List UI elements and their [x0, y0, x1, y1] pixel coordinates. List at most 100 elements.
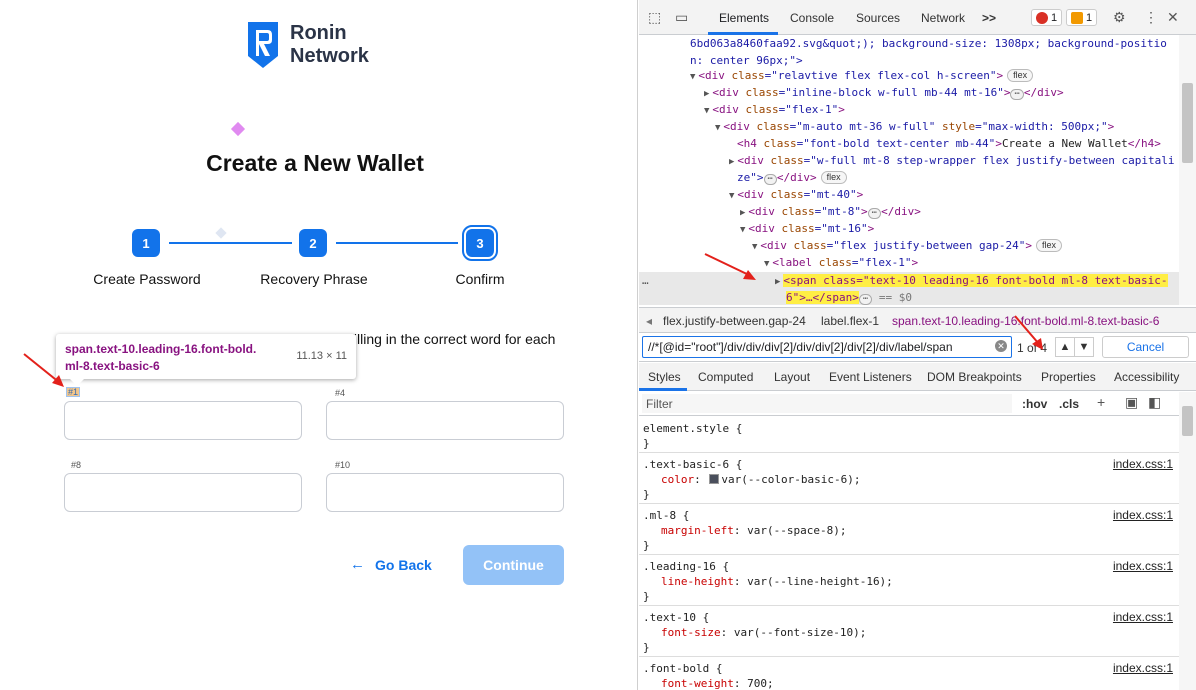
subtab-styles[interactable]: Styles — [648, 370, 681, 384]
previous-match-button[interactable]: ▲ — [1055, 337, 1075, 357]
logo-wordmark: Ronin Network — [290, 22, 369, 68]
expanded-triangle-icon: ▼ — [715, 123, 721, 133]
css-rule[interactable]: .text-basic-6 { index.css:1 color: var(-… — [639, 453, 1179, 504]
page-title: Create a New Wallet — [206, 150, 424, 176]
styles-subtabs: Styles Computed Layout Event Listeners D… — [639, 363, 1196, 391]
next-match-button[interactable]: ▼ — [1074, 337, 1094, 357]
active-subtab-indicator — [639, 388, 687, 391]
rule-source-link[interactable]: index.css:1 — [1113, 559, 1173, 573]
rule-source-link[interactable]: index.css:1 — [1113, 661, 1173, 675]
css-rule[interactable]: .font-bold { index.css:1 font-weight: 70… — [639, 657, 1179, 690]
tooltip-selector-line-1: span.text-10.leading-16.font-bold. — [65, 342, 257, 356]
word-label-4: #4 — [335, 388, 346, 398]
subtab-dom-breakpoints[interactable]: DOM Breakpoints — [927, 370, 1022, 384]
dom-tree-scrollbar[interactable] — [1179, 35, 1196, 305]
warning-count: 1 — [1086, 11, 1093, 24]
styles-filter-input[interactable]: Filter — [642, 394, 1012, 413]
word-input-1[interactable] — [64, 401, 302, 440]
warning-badge[interactable]: 1 — [1066, 9, 1098, 26]
rule-source-link[interactable]: index.css:1 — [1113, 457, 1173, 471]
instruction-text: filling in the correct word for each — [350, 331, 556, 347]
rule-property[interactable]: line-height: var(--line-height-16); — [643, 574, 1175, 589]
collapsed-triangle-icon: ▶ — [775, 277, 781, 287]
word-input-8[interactable] — [64, 473, 302, 512]
styles-filter-bar: Filter :hov .cls + ▣ ◧ — [639, 392, 1196, 416]
rule-selector: .text-basic-6 { — [643, 458, 743, 471]
css-rule[interactable]: .text-10 { index.css:1 font-size: var(--… — [639, 606, 1179, 657]
cancel-search-button[interactable]: Cancel — [1102, 336, 1189, 358]
scrollbar-thumb[interactable] — [1182, 406, 1193, 436]
clear-search-icon[interactable]: ✕ — [995, 340, 1007, 352]
more-options-icon[interactable]: ⋮ — [1144, 9, 1158, 26]
error-icon — [1036, 11, 1048, 24]
subtab-layout[interactable]: Layout — [774, 370, 810, 384]
go-back-button[interactable]: ← Go Back — [350, 556, 432, 573]
error-count: 1 — [1051, 11, 1058, 24]
tab-console[interactable]: Console — [790, 11, 834, 25]
paint-roller-icon[interactable]: ▣ — [1125, 394, 1138, 411]
rule-source-link[interactable]: index.css:1 — [1113, 610, 1173, 624]
dom-search-bar: //*[@id="root"]/div/div/div[2]/div/div[2… — [639, 334, 1196, 362]
subtab-properties[interactable]: Properties — [1041, 370, 1096, 384]
dom-line[interactable]: <h4 class="font-bold text-center mb-44">… — [737, 135, 1161, 152]
logo-line-2: Network — [290, 45, 369, 67]
subtab-event-listeners[interactable]: Event Listeners — [829, 370, 912, 384]
subtab-accessibility[interactable]: Accessibility — [1114, 370, 1179, 384]
word-input-10[interactable] — [326, 473, 564, 512]
continue-button[interactable]: Continue — [463, 545, 564, 585]
rule-close-brace: } — [643, 437, 650, 450]
rule-property[interactable]: color: var(--color-basic-6); — [643, 472, 1175, 487]
expanded-triangle-icon: ▼ — [764, 259, 770, 269]
more-tabs-button[interactable]: >> — [982, 11, 996, 25]
ronin-shield-icon — [248, 22, 278, 68]
styles-scrollbar[interactable] — [1179, 392, 1196, 690]
rule-selector: .font-bold { — [643, 662, 723, 675]
devtools-tabbar: ⬚ ▭ Elements Console Sources Network >> … — [639, 0, 1196, 35]
css-rule[interactable]: .ml-8 { index.css:1 margin-left: var(--s… — [639, 504, 1179, 555]
rule-close-brace: } — [643, 488, 650, 501]
hov-toggle[interactable]: :hov — [1022, 397, 1047, 411]
logo-line-1: Ronin — [290, 22, 347, 44]
rule-selector: .text-10 { — [643, 611, 710, 624]
expanded-triangle-icon: ▼ — [704, 106, 710, 116]
new-rule-plus-icon[interactable]: + — [1097, 394, 1105, 410]
rule-close-brace: } — [643, 590, 650, 603]
settings-gear-icon[interactable]: ⚙ — [1113, 9, 1126, 26]
inspect-element-icon[interactable]: ⬚ — [648, 9, 661, 26]
warning-icon — [1071, 11, 1083, 24]
dom-gutter-ellipsis[interactable]: … — [642, 272, 649, 289]
tab-sources[interactable]: Sources — [856, 11, 900, 25]
close-devtools-icon[interactable]: ✕ — [1167, 9, 1179, 26]
ellipsis-icon: ⋯ — [858, 294, 873, 305]
css-rule[interactable]: .leading-16 { index.css:1 line-height: v… — [639, 555, 1179, 606]
word-input-4[interactable] — [326, 401, 564, 440]
tab-network[interactable]: Network — [921, 11, 965, 25]
toggle-sidebar-icon[interactable]: ◧ — [1148, 394, 1161, 411]
dom-line[interactable]: ▼ <label class="flex-1"> — [764, 254, 918, 273]
xpath-search-input[interactable]: //*[@id="root"]/div/div/div[2]/div/div[2… — [642, 336, 1012, 358]
word-label-8: #8 — [71, 460, 82, 470]
scrollbar-thumb[interactable] — [1182, 83, 1193, 163]
dom-tree: 6bd063a8460faa92.svg&quot;); background-… — [639, 35, 1179, 305]
breadcrumb-item[interactable]: label.flex-1 — [821, 314, 879, 328]
css-rule[interactable]: element.style { } — [639, 417, 1179, 453]
rule-source-link[interactable]: index.css:1 — [1113, 508, 1173, 522]
subtab-computed[interactable]: Computed — [698, 370, 753, 384]
rule-property[interactable]: font-size: var(--font-size-10); — [643, 625, 1175, 640]
color-swatch-icon — [709, 474, 720, 484]
selected-span-line-2[interactable]: 6">…</span> ⋯ == $0 — [786, 289, 912, 305]
app-pane: Ronin Network Create a New Wallet 1 2 3 … — [0, 0, 638, 690]
step-connector-2 — [336, 242, 458, 244]
cls-toggle[interactable]: .cls — [1059, 397, 1079, 411]
breadcrumb-scroll-left-icon[interactable]: ◂ — [646, 314, 652, 328]
rule-property[interactable]: margin-left: var(--space-8); — [643, 523, 1175, 538]
rule-property[interactable]: font-weight: 700; — [643, 676, 1175, 690]
tab-elements[interactable]: Elements — [719, 11, 769, 25]
collapsed-triangle-icon: ▶ — [729, 157, 735, 167]
word-label-1: #1 — [66, 387, 81, 397]
error-badge[interactable]: 1 — [1031, 9, 1063, 26]
breadcrumb-item[interactable]: flex.justify-between.gap-24 — [663, 314, 806, 328]
breadcrumb-item-selected[interactable]: span.text-10.leading-16.font-bold.ml-8.t… — [892, 314, 1159, 328]
step-1-label: Create Password — [93, 271, 201, 287]
device-toolbar-icon[interactable]: ▭ — [675, 9, 688, 26]
